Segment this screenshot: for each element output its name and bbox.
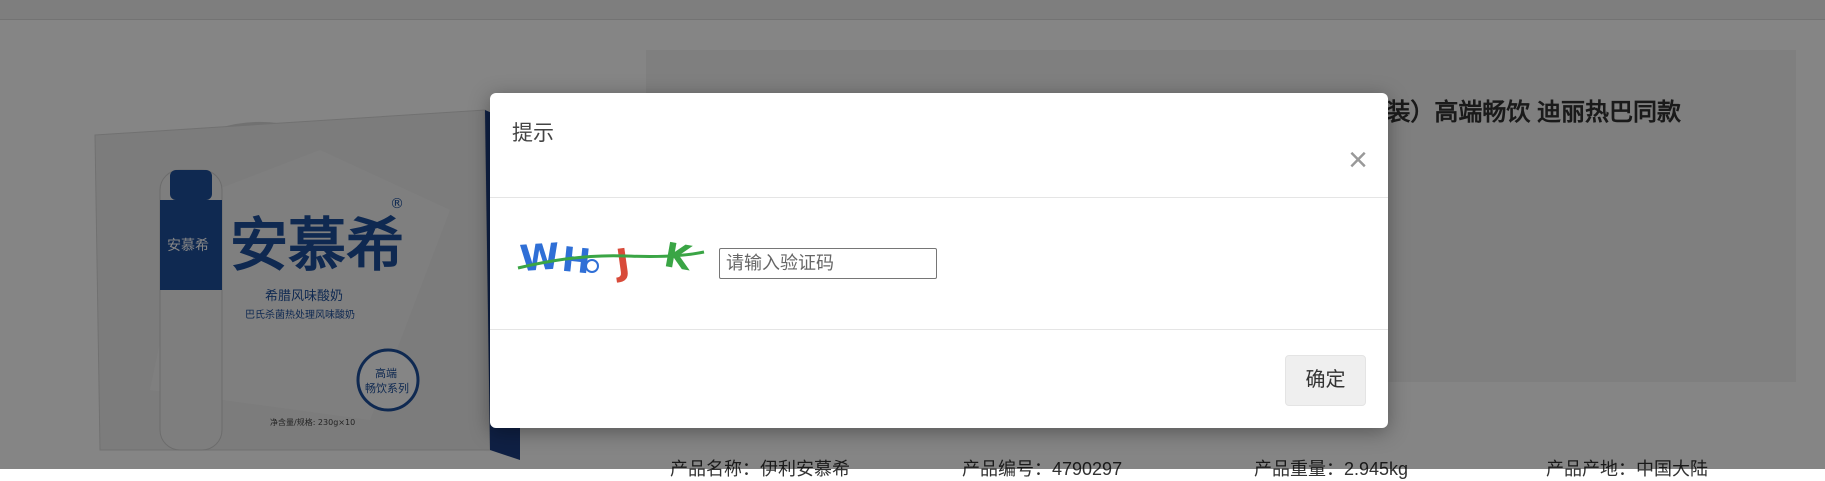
captcha-dialog: 提示 × W H J K 确定 [490,93,1388,428]
captcha-image[interactable]: W H J K [516,230,706,286]
captcha-char-3: J [611,242,633,285]
dialog-header: 提示 × [490,93,1388,198]
dialog-title: 提示 [512,122,554,145]
captcha-char-1: W [519,236,561,280]
confirm-button[interactable]: 确定 [1285,355,1366,406]
close-icon[interactable]: × [1348,143,1368,177]
dialog-body: W H J K [490,198,1388,330]
captcha-input[interactable] [719,248,937,279]
